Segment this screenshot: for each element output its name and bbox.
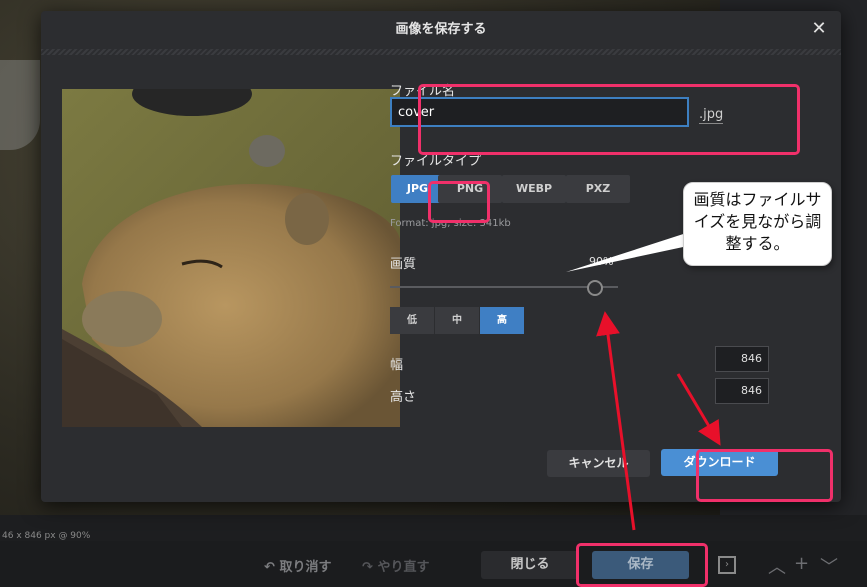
quality-mid-button[interactable]: 中: [435, 307, 479, 334]
height-label: 高さ: [390, 390, 417, 405]
quality-label: 画質: [390, 257, 417, 272]
quality-slider[interactable]: [390, 286, 618, 288]
highlight-download: [696, 449, 833, 502]
width-input[interactable]: 846: [715, 346, 769, 372]
canvas-image-fragment: [0, 60, 40, 150]
quality-high-button[interactable]: 高: [480, 307, 524, 334]
highlight-jpg: [428, 181, 490, 223]
quality-value: 90%: [589, 255, 614, 268]
title-divider: [41, 49, 841, 55]
undo-label: 取り消す: [279, 560, 332, 575]
chevron-up-icon[interactable]: ︿: [768, 553, 786, 579]
plus-icon[interactable]: +: [794, 553, 809, 574]
callout-text: 画質はファイルサイズを見ながら調整する。: [693, 190, 822, 253]
capybara-photo: [62, 89, 400, 427]
redo-icon: ↷: [362, 560, 373, 575]
close-icon[interactable]: ✕: [809, 19, 829, 39]
redo-label: やり直す: [377, 560, 430, 575]
bottom-toolbar: [0, 541, 867, 587]
panel-toggle-icon[interactable]: ›: [718, 556, 736, 574]
width-label: 幅: [390, 358, 404, 373]
highlight-save: [576, 543, 708, 587]
quality-low-button[interactable]: 低: [390, 307, 434, 334]
filetype-pxz-button[interactable]: PXZ: [566, 175, 630, 203]
dialog-title: 画像を保存する: [395, 22, 487, 37]
cancel-button[interactable]: キャンセル: [547, 450, 650, 477]
height-input[interactable]: 846: [715, 378, 769, 404]
chevron-down-icon[interactable]: ﹀: [820, 553, 838, 579]
filetype-webp-button[interactable]: WEBP: [502, 175, 566, 203]
callout-note: 画質はファイルサイズを見ながら調整する。: [683, 182, 832, 266]
close-button[interactable]: 閉じる: [481, 551, 579, 579]
highlight-filename: [418, 84, 800, 155]
undo-button[interactable]: ↶ 取り消す: [264, 556, 331, 575]
undo-icon: ↶: [264, 560, 275, 575]
preview-image: [62, 89, 400, 427]
redo-button[interactable]: ↷ やり直す: [362, 556, 429, 575]
